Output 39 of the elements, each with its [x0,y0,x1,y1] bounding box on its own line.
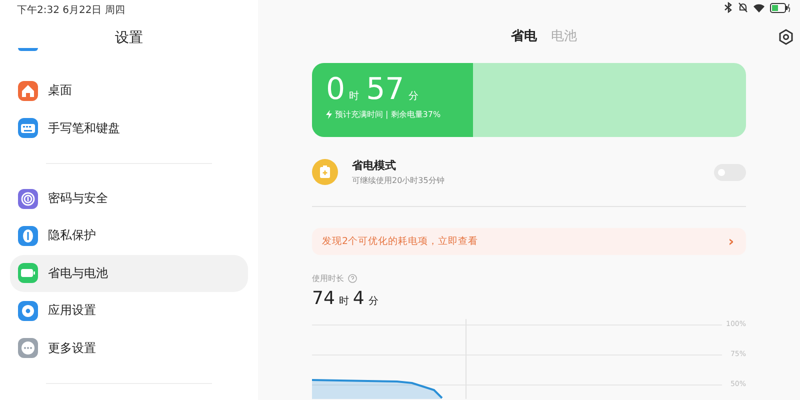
help-icon[interactable] [348,274,357,283]
wifi-icon [753,2,765,12]
sidebar-item[interactable]: 手写笔和键盘 [10,109,248,147]
usage-label: 使用时长 [312,273,344,284]
battery-plus-icon [312,159,338,185]
hours-value: 0 [326,73,346,107]
status-time: 下午2:32 6月22日 周四 [16,4,126,17]
usage-hours: 74 [312,288,335,309]
more-icon [18,338,38,358]
hours-unit: 时 [349,90,360,103]
sidebar-item[interactable]: 应用设置 [10,292,248,330]
sidebar-item[interactable]: 更多设置 [10,330,248,367]
sidebar-item[interactable]: 省电与电池 [10,254,248,292]
bluetooth-icon [724,2,733,13]
gear-icon [18,300,38,321]
usage-minutes: 4 [352,288,364,309]
mute-icon [738,2,748,13]
sidebar-item[interactable]: 密码与安全 [10,180,248,218]
charge-caption: 预计充满时间 | 剩余电量37% [335,109,441,120]
sidebar-item[interactable]: 桌面 [10,72,248,110]
power-saving-subtitle: 可继续使用20小时35分钟 [352,175,446,186]
power-saving-title: 省电模式 [352,158,397,173]
minutes-value: 57 [366,73,404,107]
usage-hours-unit: 时 [338,294,349,308]
usage-minutes-unit: 分 [368,295,378,308]
shield-icon [18,226,38,246]
optimization-text: 发现2个可优化的耗电项，立即查看 [322,235,478,248]
sidebar-item[interactable]: 隐私保护 [10,217,248,255]
home-icon [18,80,38,101]
keyboard-icon [18,118,38,138]
chevron-icon: › [728,234,734,250]
sidebar-title: 设置 [114,29,144,48]
settings-icon[interactable] [778,29,794,45]
battery-icon [18,263,38,284]
bolt-icon [326,110,332,119]
battery-icon [770,2,790,12]
tab[interactable]: 省电 [511,27,537,45]
fingerprint-icon [18,188,38,209]
minutes-unit: 分 [408,90,418,103]
